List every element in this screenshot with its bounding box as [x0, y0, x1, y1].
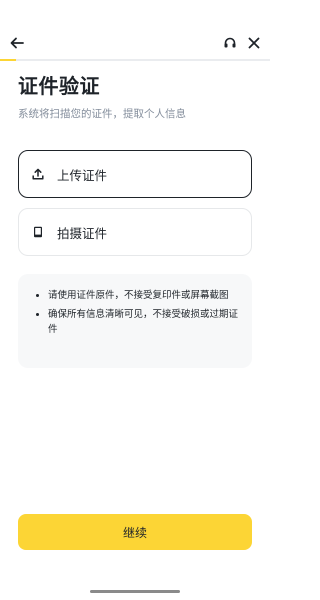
take-photo-label: 拍摄证件 — [57, 225, 108, 241]
upload-document-label: 上传证件 — [57, 167, 108, 183]
back-arrow-icon[interactable] — [7, 33, 27, 53]
tip-item: 确保所有信息清晰可见，不接受破损或过期证件 — [34, 307, 238, 337]
upload-document-option[interactable]: 上传证件 — [18, 150, 252, 198]
home-indicator — [90, 590, 180, 593]
upload-icon — [31, 167, 45, 181]
close-icon[interactable] — [244, 33, 264, 53]
header — [0, 0, 270, 61]
page-subtitle: 系统将扫描您的证件，提取个人信息 — [18, 108, 186, 120]
tip-item: 请使用证件原件，不接受复印件或屏幕截图 — [34, 288, 238, 303]
progress-bar — [0, 59, 270, 61]
page-title: 证件验证 — [18, 74, 100, 98]
progress-bar-fill — [0, 59, 17, 61]
take-photo-option[interactable]: 拍摄证件 — [18, 208, 252, 256]
headset-icon[interactable] — [220, 33, 240, 53]
continue-button[interactable]: 继续 — [18, 514, 252, 550]
camera-phone-icon — [31, 225, 45, 239]
tips-box: 请使用证件原件，不接受复印件或屏幕截图 确保所有信息清晰可见，不接受破损或过期证… — [18, 274, 252, 368]
